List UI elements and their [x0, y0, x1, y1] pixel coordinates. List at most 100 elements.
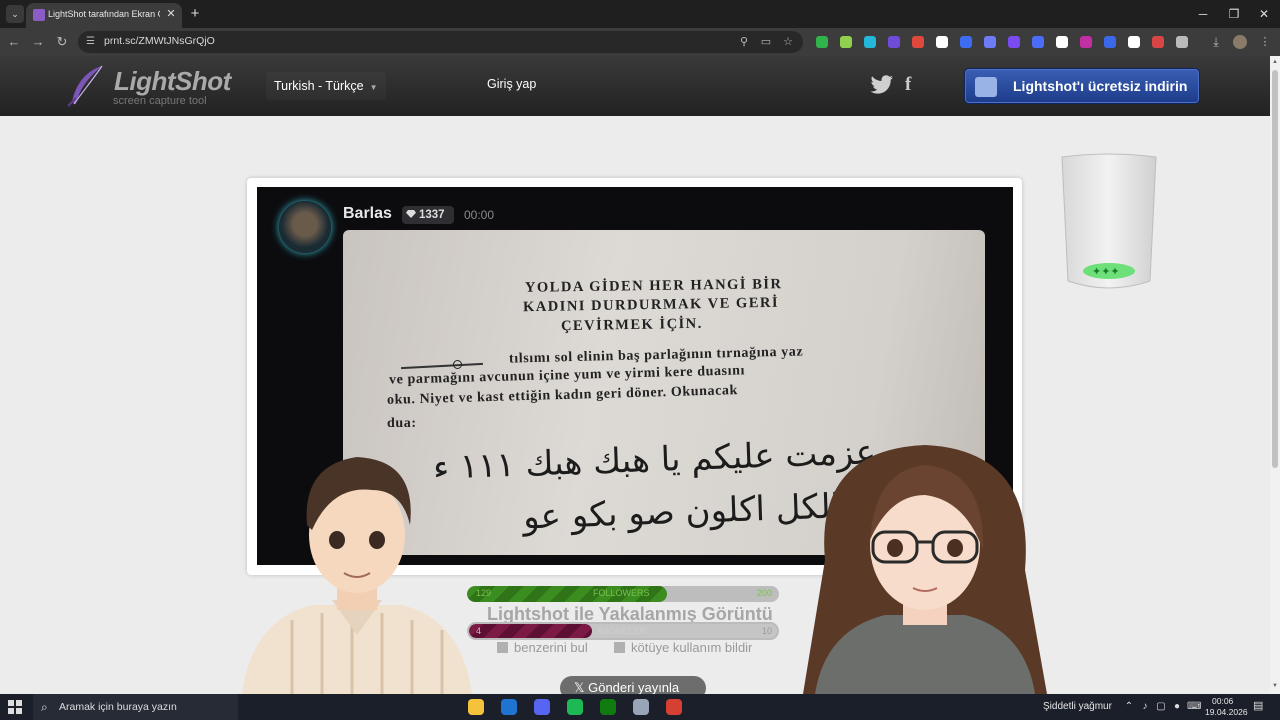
tray-chevron-icon[interactable]: ⌃: [1123, 700, 1135, 714]
bookmark-star-icon[interactable]: ☆: [781, 35, 795, 49]
downloads-icon[interactable]: ⤓: [1209, 35, 1223, 49]
twitter-icon[interactable]: [870, 74, 894, 96]
extension-icon[interactable]: [1176, 36, 1188, 48]
close-window-button[interactable]: ✕: [1252, 5, 1276, 23]
extension-icon[interactable]: [1152, 36, 1164, 48]
windows-start-icon[interactable]: [8, 700, 22, 714]
tab-title: LightShot tarafından Ekran Görü: [48, 9, 160, 19]
zoom-icon[interactable]: ⚲: [737, 35, 751, 49]
username: Barlas: [343, 205, 392, 222]
character-left-image: [242, 457, 472, 694]
subscribers-progress-bar: 4 ABONELER 10: [467, 622, 779, 640]
followers-label: FOLLOWERS: [593, 588, 650, 598]
site-info-icon[interactable]: ☰: [86, 36, 98, 48]
subscribers-max: 10: [762, 626, 773, 636]
speaker-icon[interactable]: ♪: [1139, 700, 1151, 714]
language-icon[interactable]: ⌨: [1187, 700, 1201, 714]
reload-button[interactable]: ↻: [53, 33, 71, 51]
book-heading-line: ÇEVİRMEK İÇİN.: [560, 315, 703, 335]
browser-toolbar: ← → ↻ ☰ prnt.sc/ZMWtJNsGrQjO ⚲ ▭ ☆ ⤓ ⋮: [0, 28, 1280, 56]
tab-close-icon[interactable]: ✕: [164, 7, 178, 21]
subscribers-label: ABONELER: [597, 626, 647, 636]
find-similar-link[interactable]: benzerini bul: [497, 640, 588, 655]
restore-button[interactable]: ❐: [1222, 5, 1246, 23]
extension-icon[interactable]: [1056, 36, 1068, 48]
file-explorer-app-icon[interactable]: [468, 699, 484, 715]
xbox-app-icon[interactable]: [600, 699, 616, 715]
back-button[interactable]: ←: [5, 33, 23, 51]
scroll-down-icon[interactable]: ▼: [1271, 682, 1279, 690]
cursor-icon: [453, 360, 462, 369]
extension-icon[interactable]: [864, 36, 876, 48]
extension-icon[interactable]: [888, 36, 900, 48]
feather-logo-icon[interactable]: [66, 64, 106, 108]
taskbar-search-box[interactable]: ⌕ Aramak için buraya yazın: [33, 694, 238, 720]
extension-icon[interactable]: [816, 36, 828, 48]
extension-icon[interactable]: [936, 36, 948, 48]
discord-app-icon[interactable]: [534, 699, 550, 715]
timestamp: 00:00: [464, 208, 495, 222]
clock-time[interactable]: 00:06: [1212, 696, 1233, 706]
language-label: Turkish - Türkçe: [274, 79, 364, 93]
browser-tab[interactable]: LightShot tarafından Ekran Görü ✕: [26, 3, 182, 28]
network-icon[interactable]: ▢: [1155, 700, 1167, 714]
clock-date[interactable]: 19.04.2026: [1205, 707, 1248, 717]
extension-icon[interactable]: [984, 36, 996, 48]
minimize-button[interactable]: ─: [1191, 5, 1215, 23]
extension-icon[interactable]: [1080, 36, 1092, 48]
gem-icon: [406, 210, 416, 218]
scroll-thumb[interactable]: [1272, 70, 1278, 468]
badge-count: 1337: [419, 209, 445, 221]
scroll-up-icon[interactable]: ▲: [1271, 58, 1279, 66]
search-icon: [497, 642, 508, 653]
x-logo-icon: 𝕏: [574, 680, 585, 695]
new-tab-button[interactable]: +: [186, 5, 204, 23]
notifications-icon[interactable]: ▤: [1253, 699, 1267, 713]
chrome-app-icon[interactable]: [666, 699, 682, 715]
download-button-label: Lightshot'ı ücretsiz indirin: [1013, 78, 1188, 94]
extension-icon[interactable]: [840, 36, 852, 48]
glass-cup-icon[interactable]: ✦✦✦: [1060, 153, 1158, 291]
chevron-down-icon: ▼: [369, 83, 378, 92]
microphone-icon[interactable]: ●: [1171, 700, 1183, 714]
browser-tab-strip: ⌄ LightShot tarafından Ekran Görü ✕ + ─ …: [0, 0, 1280, 28]
extension-icon[interactable]: [1032, 36, 1044, 48]
extension-icon[interactable]: [960, 36, 972, 48]
badge: 1337: [402, 206, 454, 224]
character-right-image: [803, 445, 1047, 694]
find-similar-label: benzerini bul: [514, 640, 588, 655]
menu-icon[interactable]: ⋮: [1258, 35, 1272, 49]
download-app-icon: [975, 77, 997, 97]
forward-button[interactable]: →: [29, 33, 47, 51]
extension-icon[interactable]: [1128, 36, 1140, 48]
tweet-button-label: Gönderi yayınla: [588, 680, 680, 695]
download-button[interactable]: Lightshot'ı ücretsiz indirin: [964, 68, 1200, 104]
page-scrollbar[interactable]: ▲ ▼: [1270, 56, 1280, 694]
profile-avatar[interactable]: [1233, 35, 1247, 49]
facebook-icon[interactable]: f: [905, 74, 917, 96]
spotify-app-icon[interactable]: [567, 699, 583, 715]
extension-icon[interactable]: [1104, 36, 1116, 48]
flag-icon: [614, 642, 625, 653]
address-bar[interactable]: ☰ prnt.sc/ZMWtJNsGrQjO ⚲ ▭ ☆: [78, 31, 803, 53]
tab-list-button[interactable]: ⌄: [6, 5, 24, 23]
url-text: prnt.sc/ZMWtJNsGrQjO: [104, 35, 215, 47]
followers-progress-bar: 129 FOLLOWERS 200: [467, 586, 779, 602]
logo-tagline: screen capture tool: [113, 95, 207, 107]
login-link[interactable]: Giriş yap: [487, 77, 536, 91]
game-app-icon[interactable]: [633, 699, 649, 715]
search-icon: ⌕: [41, 700, 48, 714]
extension-icon[interactable]: [912, 36, 924, 48]
lightshot-favicon-icon: [33, 9, 45, 21]
weather-widget[interactable]: Şiddetli yağmur: [1043, 701, 1112, 712]
cast-icon[interactable]: ▭: [759, 35, 773, 49]
svg-text:✦✦✦: ✦✦✦: [1092, 265, 1120, 278]
book-heading-line: YOLDA GİDEN HER HANGİ BİR: [524, 276, 783, 296]
report-abuse-link[interactable]: kötüye kullanım bildir: [614, 640, 752, 655]
taskbar-search-placeholder: Aramak için buraya yazın: [59, 701, 177, 713]
logo-text[interactable]: LightShot: [114, 66, 231, 97]
language-select[interactable]: Turkish - Türkçe ▼: [266, 72, 386, 100]
outlook-app-icon[interactable]: [501, 699, 517, 715]
extension-icon[interactable]: [1008, 36, 1020, 48]
handwritten-underline: [401, 362, 483, 370]
